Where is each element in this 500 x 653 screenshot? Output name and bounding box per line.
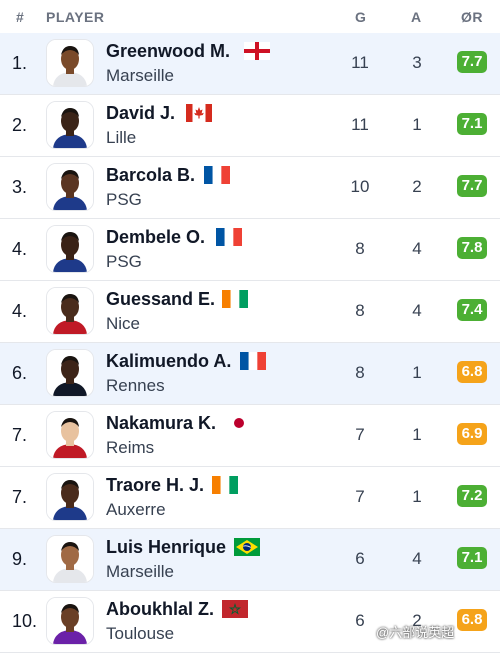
rank: 6.	[12, 363, 28, 383]
rank: 9.	[12, 549, 28, 569]
rating-badge: 7.7	[457, 175, 487, 197]
assists-value: 1	[412, 487, 422, 506]
assists-value: 4	[412, 549, 422, 568]
canada-flag-icon	[186, 104, 212, 122]
goals-value: 10	[350, 177, 370, 196]
player-avatar[interactable]	[46, 101, 94, 149]
assists-value: 1	[412, 363, 422, 382]
goals-value: 8	[355, 239, 365, 258]
ivory-coast-flag-icon	[212, 476, 238, 494]
club-name: Toulouse	[106, 624, 175, 643]
goals-value: 6	[355, 611, 365, 630]
club-name: Auxerre	[106, 500, 166, 519]
watermark: @六部说英超	[376, 625, 455, 640]
header-player[interactable]: PLAYER	[46, 9, 105, 25]
table-row[interactable]: 1. Greenwood M. Marseille 11 3 7.7	[0, 33, 500, 95]
player-list: 1. Greenwood M. Marseille 11 3 7.7 2. David J. L…	[0, 33, 500, 653]
ivory-coast-flag-icon	[222, 290, 248, 308]
goals-value: 8	[355, 363, 365, 382]
player-name[interactable]: Nakamura K.	[106, 413, 216, 434]
player-avatar[interactable]	[46, 535, 94, 583]
rank: 4.	[12, 239, 28, 259]
club-name: Reims	[106, 438, 155, 457]
japan-flag-icon	[226, 414, 252, 432]
assists-value: 1	[412, 425, 422, 444]
player-name[interactable]: Traore H. J.	[106, 475, 204, 496]
rating-badge: 6.8	[457, 361, 487, 383]
table-row[interactable]: 6. Kalimuendo A. Rennes 8 1 6.8	[0, 343, 500, 405]
player-name[interactable]: Barcola B.	[106, 165, 195, 186]
club-name: Rennes	[106, 376, 165, 395]
player-avatar[interactable]	[46, 287, 94, 335]
france-flag-icon	[240, 352, 266, 370]
assists-value: 1	[412, 115, 422, 134]
rank: 10.	[12, 611, 38, 631]
rating-badge: 7.2	[457, 485, 487, 507]
rank: 2.	[12, 115, 28, 135]
header-assists[interactable]: A	[411, 9, 422, 25]
france-flag-icon	[216, 228, 242, 246]
brazil-flag-icon	[234, 538, 260, 556]
assists-value: 4	[412, 239, 422, 258]
rank: 3.	[12, 177, 28, 197]
table-row[interactable]: 9. Luis Henrique Marseille 6 4 7.1	[0, 529, 500, 591]
france-flag-icon	[204, 166, 230, 184]
table-row[interactable]: 7. Traore H. J. Auxerre 7 1 7.2	[0, 467, 500, 529]
club-name: PSG	[106, 190, 142, 209]
goals-value: 6	[355, 549, 365, 568]
goals-value: 11	[351, 53, 369, 72]
player-avatar[interactable]	[46, 39, 94, 87]
england-flag-icon	[244, 42, 270, 60]
player-avatar[interactable]	[46, 473, 94, 521]
player-name[interactable]: Dembele O.	[106, 227, 205, 248]
player-name[interactable]: David J.	[106, 103, 175, 124]
table-row[interactable]: 4. Dembele O. PSG 8 4 7.8	[0, 219, 500, 281]
player-avatar[interactable]	[46, 163, 94, 211]
player-avatar[interactable]	[46, 411, 94, 459]
header-goals[interactable]: G	[355, 9, 366, 25]
rank: 1.	[12, 53, 28, 73]
club-name: Marseille	[106, 562, 175, 581]
table-row[interactable]: 3. Barcola B. PSG 10 2 7.7	[0, 157, 500, 219]
player-name[interactable]: Luis Henrique	[106, 537, 226, 558]
table-row[interactable]: 2. David J. Lille 11 1 7.1	[0, 95, 500, 157]
player-name[interactable]: Greenwood M.	[106, 41, 230, 62]
rating-badge: 7.1	[457, 113, 487, 135]
assists-value: 4	[412, 301, 422, 320]
rating-badge: 6.8	[457, 609, 487, 631]
player-name[interactable]: Kalimuendo A.	[106, 351, 231, 372]
goals-value: 7	[355, 425, 365, 444]
club-name: Nice	[106, 314, 141, 333]
goals-value: 8	[355, 301, 365, 320]
rating-badge: 7.8	[457, 237, 487, 259]
rank: 7.	[12, 487, 28, 507]
assists-value: 2	[412, 177, 422, 196]
rating-badge: 7.1	[457, 547, 487, 569]
rating-badge: 7.4	[457, 299, 487, 321]
player-avatar[interactable]	[46, 349, 94, 397]
assists-value: 3	[412, 53, 422, 72]
player-name[interactable]: Guessand E.	[106, 289, 215, 310]
rank: 7.	[12, 425, 28, 445]
goals-value: 7	[355, 487, 365, 506]
player-avatar[interactable]	[46, 597, 94, 645]
table-header: # PLAYER G A ØR	[0, 0, 500, 33]
player-avatar[interactable]	[46, 225, 94, 273]
rank: 4.	[12, 301, 28, 321]
table-row[interactable]: 4. Guessand E. Nice 8 4 7.4	[0, 281, 500, 343]
morocco-flag-icon	[222, 600, 248, 618]
rating-badge: 6.9	[457, 423, 487, 445]
player-name[interactable]: Aboukhlal Z.	[106, 599, 214, 620]
header-rank: #	[16, 9, 25, 25]
rating-badge: 7.7	[457, 51, 487, 73]
table-row[interactable]: 7. Nakamura K. Reims 7 1 6.9	[0, 405, 500, 467]
club-name: Lille	[106, 128, 137, 147]
header-rating[interactable]: ØR	[461, 9, 483, 25]
club-name: PSG	[106, 252, 142, 271]
goals-value: 11	[351, 115, 369, 134]
club-name: Marseille	[106, 66, 175, 85]
